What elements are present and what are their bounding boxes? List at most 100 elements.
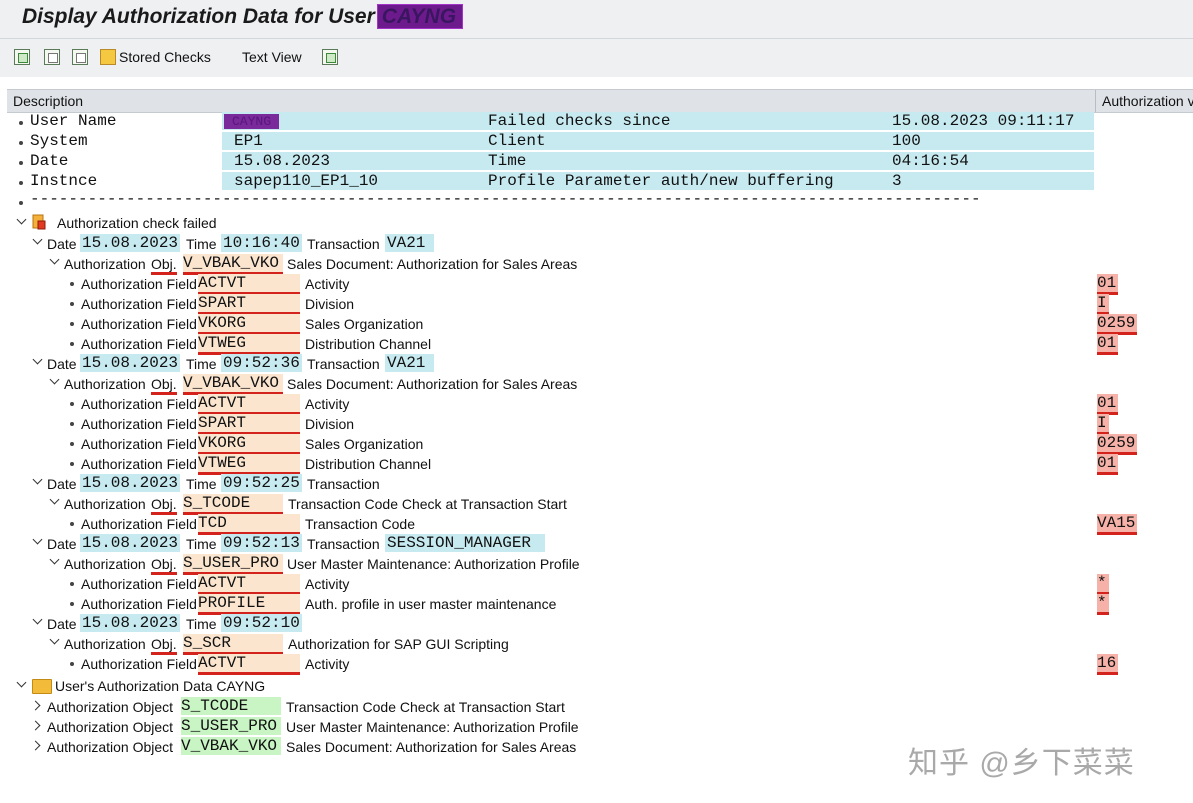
collapse-chevron[interactable]	[49, 554, 60, 565]
collapse-all-button[interactable]	[44, 47, 60, 67]
summary-label-2: Failed checks since	[484, 112, 890, 130]
summary-value-2: 100	[890, 132, 1094, 150]
auth-field-label: Authorization Field	[81, 276, 197, 292]
auth-field-name: TCD	[198, 514, 300, 535]
collapse-chevron[interactable]	[32, 474, 43, 485]
summary-label-2: Client	[484, 132, 890, 150]
expand-chevron[interactable]	[30, 720, 41, 731]
collapse-chevron[interactable]	[49, 634, 60, 645]
collapse-chevron[interactable]	[16, 677, 27, 688]
collapse-chevron[interactable]	[32, 354, 43, 365]
transaction-label: Transaction	[307, 236, 380, 252]
check-date: 15.08.2023	[80, 474, 181, 492]
user-auth-object: S_TCODE	[181, 697, 281, 715]
summary-label: Instnce	[30, 172, 98, 190]
summary-value-2: 3	[890, 172, 1094, 190]
auth-field-label: Authorization Field	[81, 516, 197, 532]
auth-object-desc: Transaction Code Check at Transaction St…	[288, 496, 567, 512]
collapse-chevron[interactable]	[49, 494, 60, 505]
date-label: Date	[47, 236, 77, 252]
auth-field-desc: Distribution Channel	[305, 456, 432, 472]
auth-field-value: 01	[1097, 274, 1119, 295]
copy-button[interactable]	[72, 47, 88, 67]
obj-label: Obj.	[151, 636, 177, 655]
text-view-button[interactable]: Text View	[242, 47, 302, 67]
row-bullet	[70, 442, 74, 446]
auth-field-value: *	[1097, 574, 1109, 595]
row-bullet	[70, 322, 74, 326]
page-title: Display Authorization Data for User CAYNG	[22, 4, 464, 29]
user-auth-object: S_USER_PRO	[181, 717, 281, 735]
row-bullet	[70, 522, 74, 526]
check-date: 15.08.2023	[80, 234, 181, 252]
expand-chevron[interactable]	[30, 700, 41, 711]
obj-label: Obj.	[151, 256, 177, 275]
collapse-all-icon	[44, 49, 60, 65]
summary-value: EP1	[222, 132, 484, 150]
row-bullet	[70, 662, 74, 666]
auth-field-label: Authorization Field	[81, 656, 197, 672]
stored-checks-button[interactable]: Stored Checks	[100, 47, 211, 67]
user-auth-object-desc: Sales Document: Authorization for Sales …	[286, 739, 577, 755]
auth-field-desc: Division	[305, 416, 355, 432]
row-bullet	[19, 141, 23, 145]
auth-field-label: Authorization Field	[81, 596, 197, 612]
auth-field-value: 0259	[1097, 314, 1138, 335]
check-date: 15.08.2023	[80, 534, 181, 552]
copy-icon	[72, 49, 88, 65]
expand-all-icon	[14, 49, 30, 65]
collapse-chevron[interactable]	[32, 534, 43, 545]
date-label: Date	[47, 356, 77, 372]
auth-field-desc: Activity	[305, 396, 350, 412]
column-authorization-value[interactable]: Authorization value	[1095, 90, 1193, 112]
collapse-chevron[interactable]	[16, 214, 27, 225]
export-icon	[322, 49, 338, 65]
date-label: Date	[47, 536, 77, 552]
auth-object-label: Authorization Object	[47, 739, 174, 755]
auth-object-name: V_VBAK_VKO	[183, 374, 283, 395]
auth-field-label: Authorization Field	[81, 456, 197, 472]
auth-field-value: *	[1097, 594, 1109, 615]
expand-all-button[interactable]	[14, 47, 30, 67]
export-button[interactable]	[322, 47, 338, 67]
time-label: Time	[186, 356, 217, 372]
auth-object-label: Authorization Object	[47, 719, 174, 735]
auth-field-desc: Activity	[305, 576, 350, 592]
warning-icon	[32, 214, 46, 230]
date-label: Date	[47, 476, 77, 492]
check-time: 09:52:10	[221, 614, 302, 632]
auth-field-value: 01	[1097, 394, 1119, 415]
auth-field-name: ACTVT	[198, 274, 300, 295]
auth-object-name: V_VBAK_VKO	[183, 254, 283, 275]
auth-field-name: PROFILE	[198, 594, 300, 615]
summary-value-2: 15.08.2023 09:11:17	[890, 112, 1094, 130]
summary-label-2: Time	[484, 152, 890, 170]
summary-label: Date	[30, 152, 69, 170]
check-time: 09:52:25	[221, 474, 302, 492]
row-bullet	[19, 161, 23, 165]
time-label: Time	[186, 616, 217, 632]
text-view-label: Text View	[242, 49, 302, 65]
summary-label-2: Profile Parameter auth/new buffering	[484, 172, 890, 190]
authorization-label: Authorization	[64, 636, 146, 652]
auth-field-name: SPART	[198, 414, 300, 435]
auth-field-name: VKORG	[198, 314, 300, 335]
collapse-chevron[interactable]	[49, 374, 60, 385]
obj-label: Obj.	[151, 376, 177, 395]
column-description[interactable]: Description	[13, 93, 83, 109]
auth-field-name: ACTVT	[198, 394, 300, 415]
auth-field-value: 01	[1097, 454, 1119, 475]
check-time: 09:52:13	[221, 534, 302, 552]
check-time: 10:16:40	[221, 234, 302, 252]
auth-field-value: 16	[1097, 654, 1119, 675]
collapse-chevron[interactable]	[32, 614, 43, 625]
authorization-label: Authorization	[64, 496, 146, 512]
auth-object-desc: Sales Document: Authorization for Sales …	[287, 376, 578, 392]
collapse-chevron[interactable]	[32, 234, 43, 245]
expand-chevron[interactable]	[30, 740, 41, 751]
auth-object-name: S_TCODE	[183, 494, 283, 515]
check-transaction: VA21	[385, 234, 434, 252]
check-date: 15.08.2023	[80, 354, 181, 372]
summary-value-2: 04:16:54	[890, 152, 1094, 170]
collapse-chevron[interactable]	[49, 254, 60, 265]
